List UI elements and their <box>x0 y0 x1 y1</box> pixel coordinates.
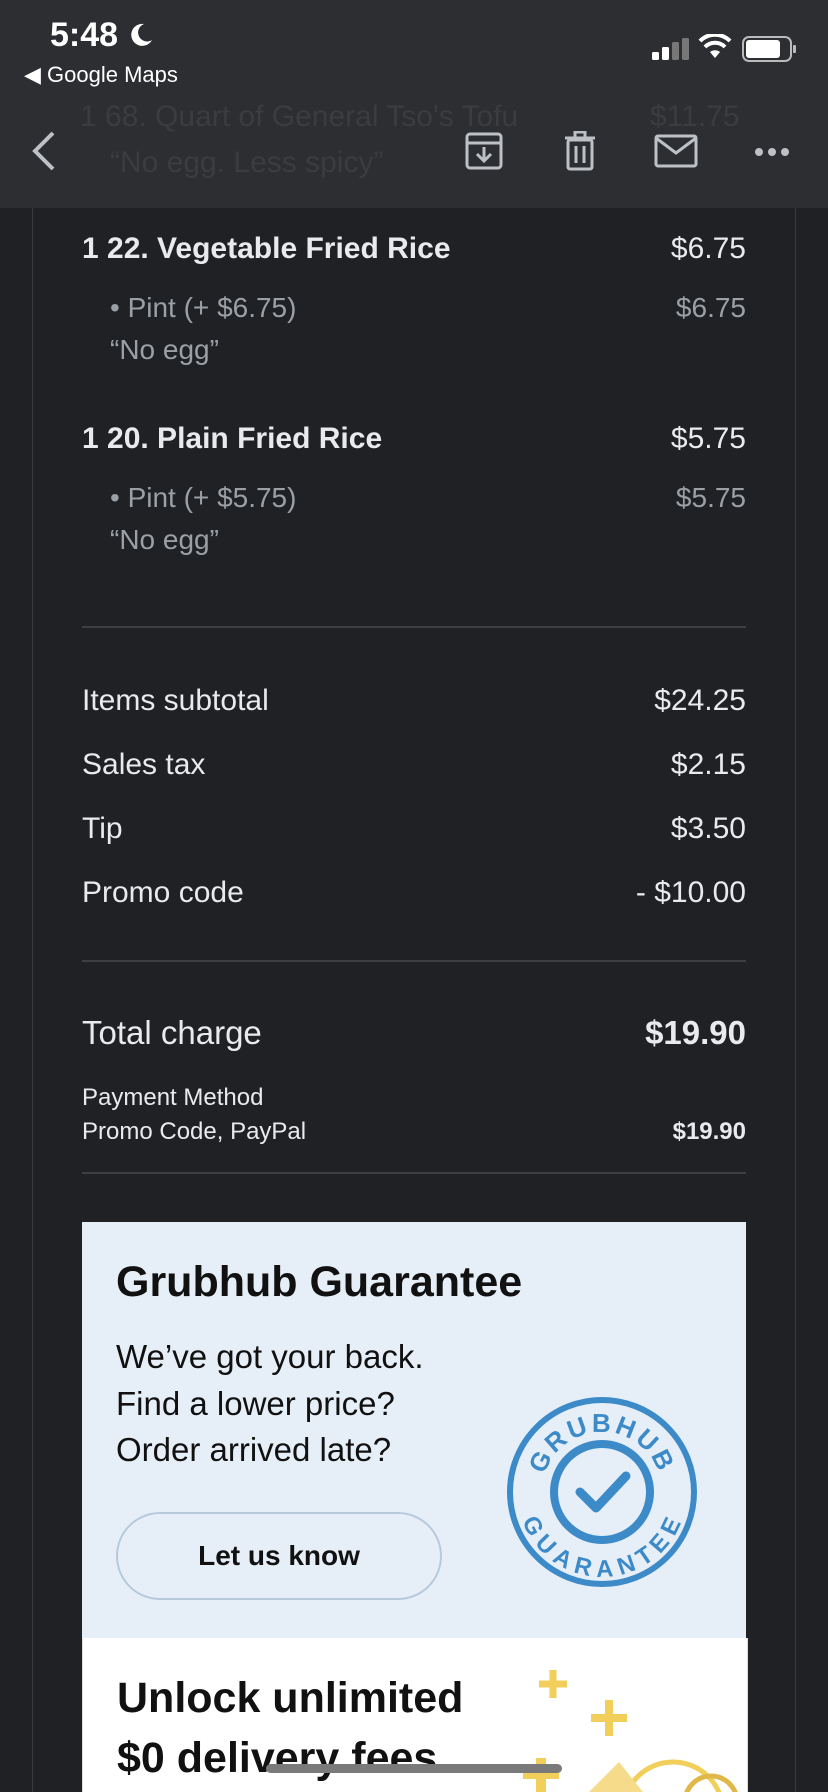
subtotal-label: Items subtotal <box>82 684 269 717</box>
total-charge-row: Total charge $19.90 <box>82 1014 746 1052</box>
total-charge-label: Total charge <box>82 1014 262 1051</box>
delete-button[interactable] <box>558 128 602 174</box>
tip-row: Tip $3.50 <box>82 812 746 846</box>
item-option-label: • Pint (+ $5.75) <box>110 482 297 513</box>
subtotal-amount: $24.25 <box>654 684 746 717</box>
promo-line: Unlock unlimited <box>117 1674 464 1722</box>
mark-unread-button[interactable] <box>652 130 700 172</box>
order-item: 1 22. Vegetable Fried Rice $6.75 <box>82 232 746 266</box>
guarantee-line: Find a lower price? <box>116 1385 395 1422</box>
battery-icon <box>742 36 796 62</box>
sales-tax-row: Sales tax $2.15 <box>82 748 746 782</box>
top-bar: 5:48 ◀ Google Maps 1 68. Quart of Genera… <box>0 0 828 208</box>
archive-button[interactable] <box>460 128 508 174</box>
sales-tax-amount: $2.15 <box>670 748 746 781</box>
subtotal-row: Items subtotal $24.25 <box>82 684 746 718</box>
item-option: • Pint (+ $6.75) $6.75 <box>110 292 746 324</box>
mail-icon <box>654 134 698 168</box>
status-time: 5:48 <box>50 16 119 54</box>
sales-tax-label: Sales tax <box>82 748 206 781</box>
item-name: 1 20. Plain Fried Rice <box>82 422 383 455</box>
guarantee-line: We’ve got your back. <box>116 1338 424 1375</box>
promo-line: $0 delivery fees <box>117 1734 438 1782</box>
archive-icon <box>465 132 503 170</box>
promo-code-row: Promo code - $10.00 <box>82 876 746 910</box>
divider <box>82 960 746 962</box>
guarantee-title: Grubhub Guarantee <box>116 1258 523 1306</box>
home-indicator[interactable] <box>266 1764 562 1773</box>
cellular-signal-icon <box>652 38 689 60</box>
item-price: $5.75 <box>670 422 746 455</box>
item-note: “No egg” <box>110 524 219 555</box>
payment-amount: $19.90 <box>672 1118 746 1145</box>
order-item: 1 20. Plain Fried Rice $5.75 <box>82 422 746 456</box>
back-button[interactable] <box>22 126 66 176</box>
tip-amount: $3.50 <box>670 812 746 845</box>
back-to-app-link[interactable]: ◀ Google Maps <box>24 62 178 88</box>
back-icon <box>32 131 55 171</box>
promo-code-amount: - $10.00 <box>635 876 746 909</box>
badge-bottom-text: GUARANTEE <box>516 1512 685 1584</box>
scrolled-item-note: “No egg. Less spicy” <box>110 146 384 179</box>
payment-method-label: Payment Method <box>82 1084 264 1111</box>
item-note: “No egg” <box>110 334 219 365</box>
item-option-price: $6.75 <box>675 292 746 323</box>
svg-text:GUARANTEE: GUARANTEE <box>516 1512 687 1584</box>
status-bar: 5:48 ◀ Google Maps <box>0 0 828 90</box>
item-option-price: $5.75 <box>675 482 746 513</box>
do-not-disturb-moon-icon <box>131 23 152 46</box>
divider <box>82 1172 746 1174</box>
let-us-know-button[interactable]: Let us know <box>116 1512 442 1600</box>
wifi-icon <box>698 34 732 58</box>
item-option: • Pint (+ $5.75) $5.75 <box>110 482 746 514</box>
grubhub-guarantee-card: Grubhub Guarantee We’ve got your back. F… <box>82 1222 746 1638</box>
more-options-button[interactable] <box>752 140 792 164</box>
scrolled-item-price: $11.75 <box>650 100 740 133</box>
divider <box>82 626 746 628</box>
trash-icon <box>565 131 595 171</box>
payment-method-value: Promo Code, PayPal <box>82 1118 307 1145</box>
scrolled-item-name: 1 68. Quart of General Tso's Tofu <box>80 100 519 133</box>
guarantee-line: Order arrived late? <box>116 1431 392 1468</box>
promo-code-label: Promo code <box>82 876 244 909</box>
grubhub-guarantee-badge-icon: GRUBHUB GUARANTEE <box>507 1397 697 1587</box>
item-price: $6.75 <box>670 232 746 265</box>
item-name: 1 22. Vegetable Fried Rice <box>82 232 451 265</box>
tip-label: Tip <box>82 812 123 845</box>
more-icon <box>755 148 789 156</box>
item-option-label: • Pint (+ $6.75) <box>110 292 297 323</box>
total-charge-amount: $19.90 <box>645 1014 746 1051</box>
